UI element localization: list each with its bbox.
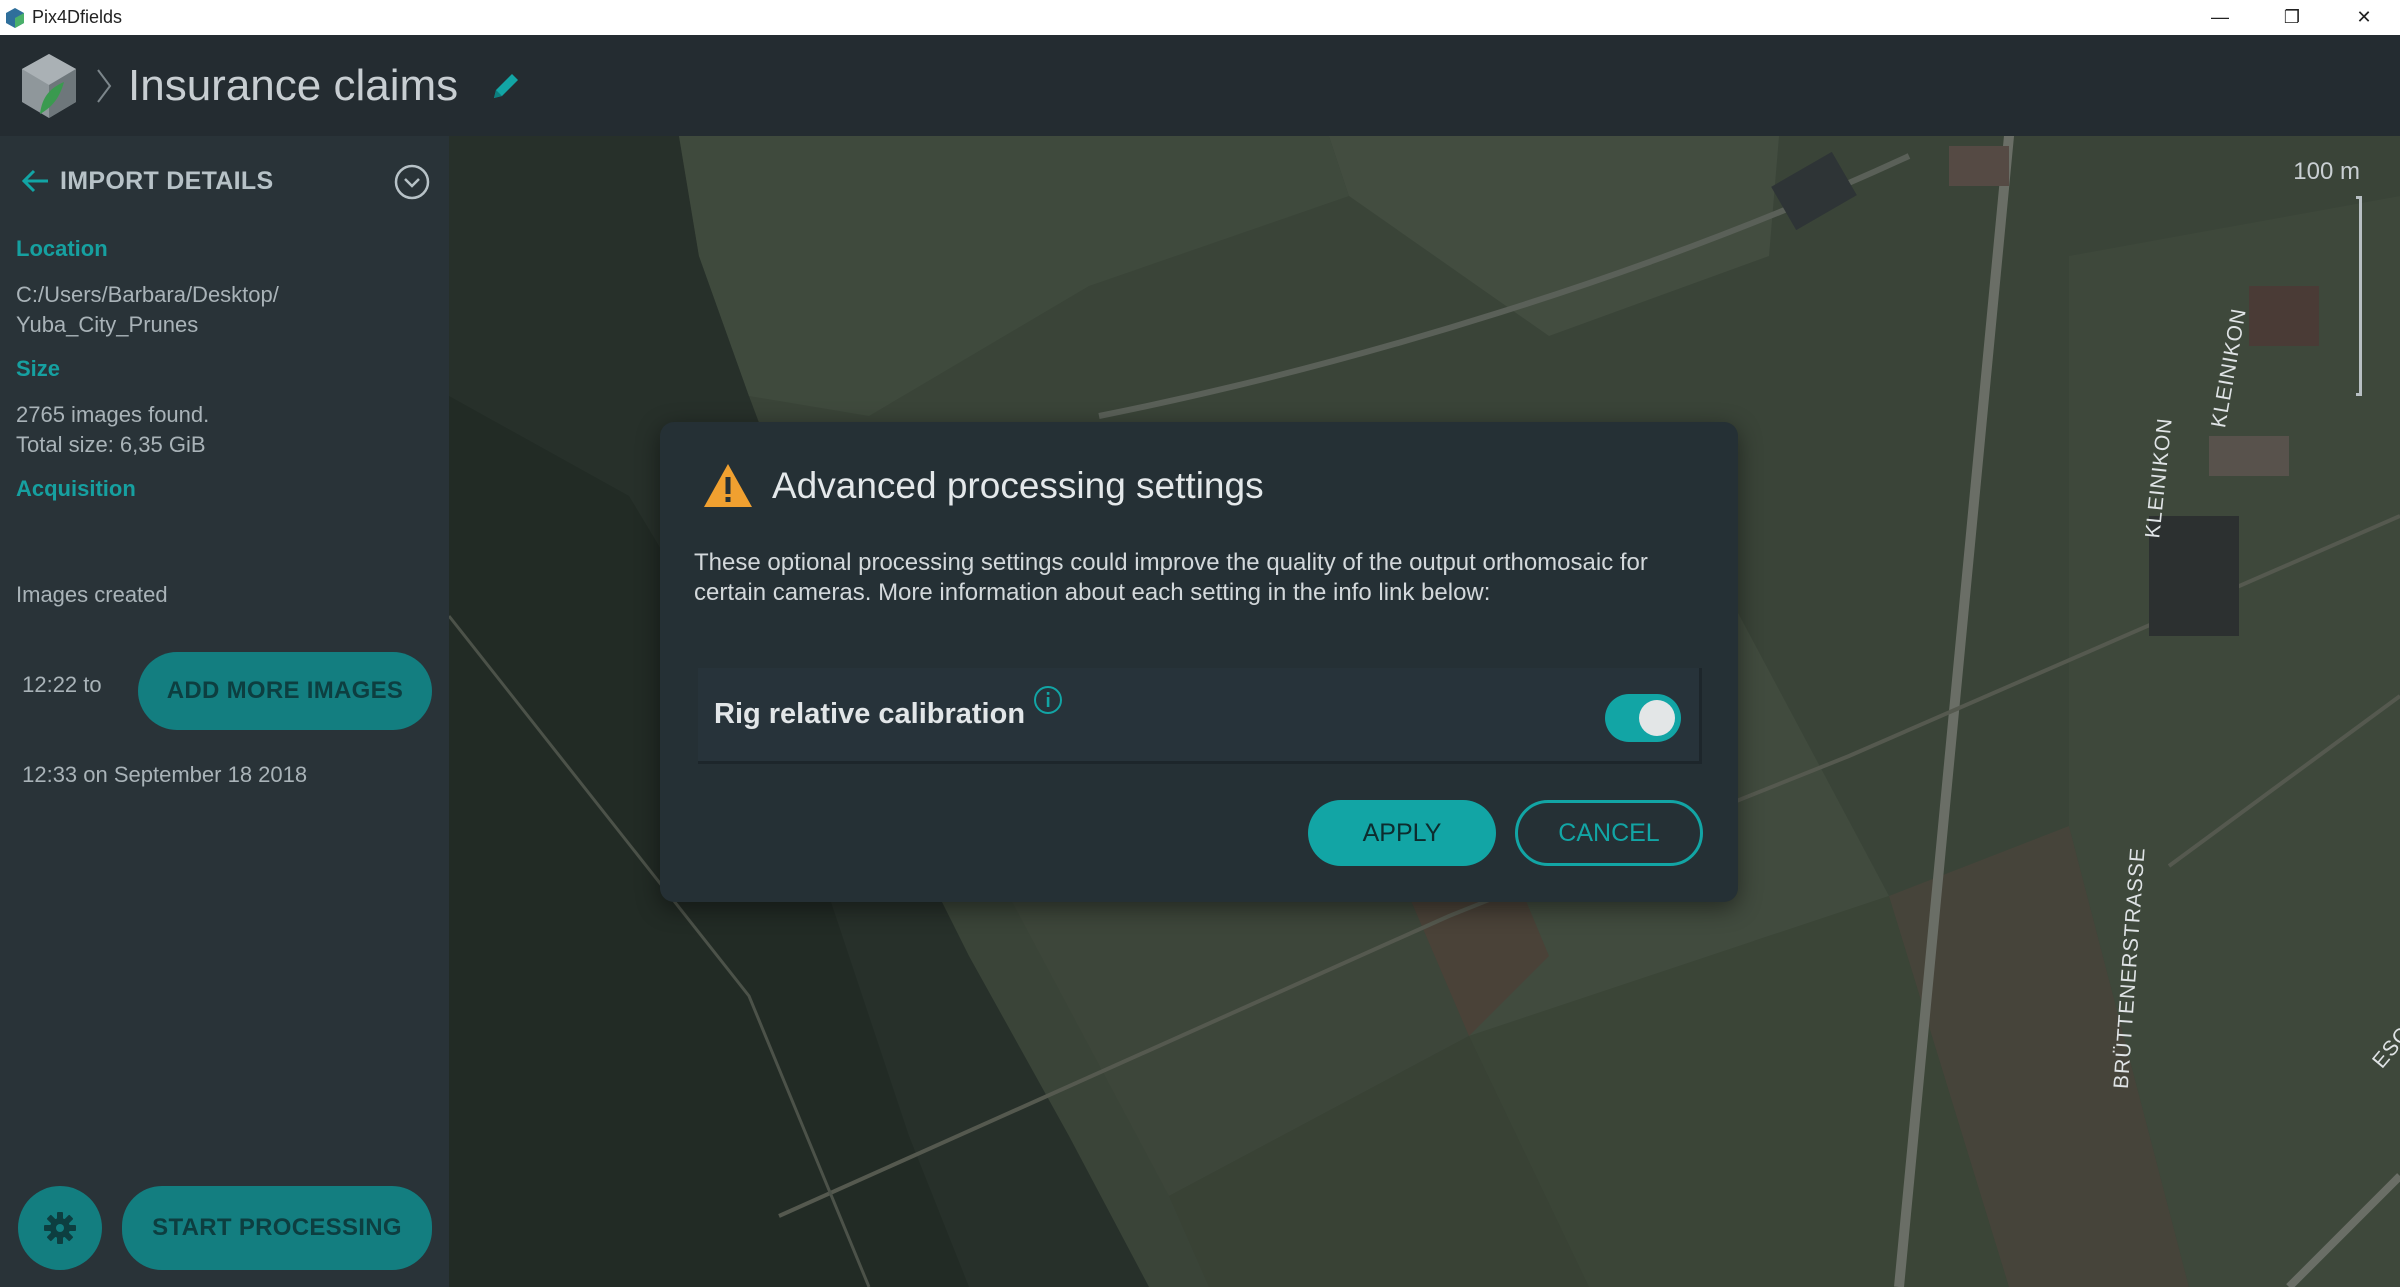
dialog-header: Advanced processing settings (702, 462, 1264, 510)
dialog-description: These optional processing settings could… (694, 549, 1648, 606)
acquisition-line1: Images created (16, 582, 168, 607)
advanced-settings-dialog: Advanced processing settings These optio… (660, 422, 1738, 902)
window-titlebar: Pix4Dfields — ❐ ✕ (0, 0, 2400, 35)
add-more-images-button[interactable]: ADD MORE IMAGES (138, 652, 432, 730)
acquisition-line3: 12:33 on September 18 2018 (16, 762, 308, 787)
acquisition-label: Acquisition (16, 476, 136, 501)
app-header: Insurance claims (0, 35, 2400, 136)
images-found-text: 2765 images found. (16, 402, 210, 427)
sidebar-header: IMPORT DETAILS (0, 156, 449, 206)
rig-calibration-toggle[interactable] (1605, 694, 1681, 742)
info-icon[interactable] (1032, 684, 1064, 716)
window-controls: — ❐ ✕ (2184, 0, 2400, 35)
back-arrow-icon[interactable] (18, 164, 52, 198)
toggle-knob (1639, 700, 1675, 736)
minimize-button[interactable]: — (2184, 0, 2256, 35)
project-title: Insurance claims (128, 60, 459, 110)
size-label: Size (16, 356, 61, 381)
location-path-line2: Yuba_City_Prunes (16, 312, 199, 337)
rig-calibration-setting: Rig relative calibration (698, 668, 1702, 764)
size-info: 2765 images found. Total size: 6,35 GiB (16, 400, 209, 460)
location-path-line1: C:/Users/Barbara/Desktop/ (16, 282, 279, 307)
map-scale-bar (2356, 196, 2362, 396)
total-size-text: Total size: 6,35 GiB (16, 432, 206, 457)
restore-button[interactable]: ❐ (2256, 0, 2328, 35)
breadcrumb-chevron-icon (97, 68, 112, 103)
warning-icon (704, 464, 752, 507)
start-processing-button[interactable]: START PROCESSING (122, 1186, 432, 1270)
location-label: Location (16, 236, 108, 261)
chevron-down-circle-icon[interactable] (393, 163, 431, 201)
gear-icon (44, 1212, 76, 1244)
dialog-title: Advanced processing settings (772, 465, 1264, 506)
edit-pencil-icon[interactable] (488, 68, 524, 104)
setting-label: Rig relative calibration (714, 698, 1026, 730)
app-icon (6, 7, 24, 28)
sidebar-title: IMPORT DETAILS (60, 166, 274, 195)
cancel-button[interactable]: CANCEL (1515, 800, 1703, 866)
apply-button[interactable]: APPLY (1308, 800, 1496, 866)
app-name: Pix4Dfields (32, 7, 123, 27)
import-details-sidebar: IMPORT DETAILS Location C:/Users/Barbara… (0, 136, 449, 1287)
pix4d-logo-icon[interactable] (20, 52, 78, 120)
close-button[interactable]: ✕ (2328, 0, 2400, 35)
location-path: C:/Users/Barbara/Desktop/ Yuba_City_Prun… (16, 280, 279, 340)
map-scale-label: 100 m (2293, 158, 2360, 185)
settings-button[interactable] (18, 1186, 102, 1270)
